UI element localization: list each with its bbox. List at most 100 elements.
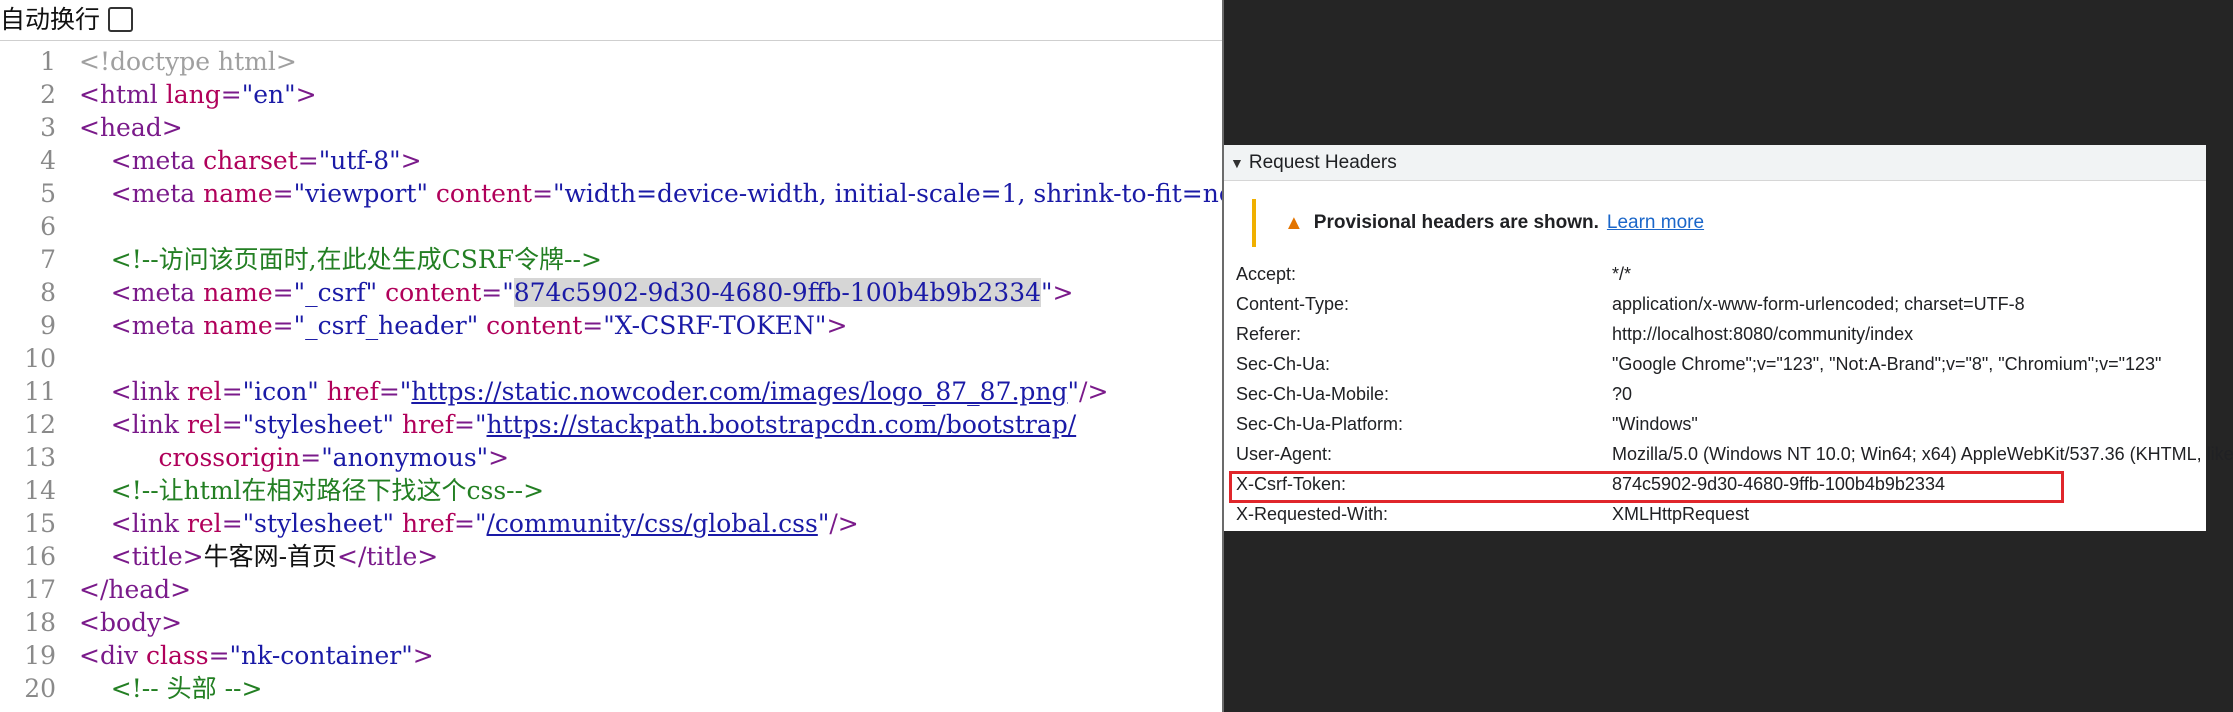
code-token: "_csrf" <box>293 278 378 307</box>
code-token: <meta <box>79 278 204 307</box>
line-content: </head> <box>79 573 191 606</box>
code-token: charset <box>203 146 298 175</box>
code-token: <!--让html在相对路径下找这个css--> <box>79 476 545 505</box>
code-token: " <box>817 509 830 538</box>
line-number: 11 <box>24 377 56 406</box>
code-token: class <box>146 641 209 670</box>
code-token: = <box>272 278 294 307</box>
code-token: <meta <box>79 146 204 175</box>
code-token: > <box>826 311 848 340</box>
code-token: rel <box>186 410 222 439</box>
header-value: ?0 <box>1612 384 1633 404</box>
code-token: = <box>454 509 475 538</box>
header-row: User-Agent: Mozilla/5.0 (Windows NT 10.0;… <box>1224 439 2233 469</box>
line-number: 6 <box>40 212 56 241</box>
code-token: > <box>295 80 317 109</box>
code-token: <title> <box>79 542 204 571</box>
code-token: = <box>454 410 475 439</box>
code-token: <head> <box>79 113 183 142</box>
line-number: 19 <box>24 641 56 670</box>
header-value: application/x-www-form-urlencoded; chars… <box>1612 294 2025 314</box>
code-token: content <box>427 179 533 208</box>
learn-more-link[interactable]: Learn more <box>1607 212 1704 234</box>
code-token: <body> <box>79 608 183 637</box>
code-token: <meta <box>79 179 204 208</box>
line-content: <div class="nk-container"> <box>79 639 434 672</box>
header-name: Referer: <box>1236 324 1302 344</box>
code-token: " <box>1041 278 1053 307</box>
request-headers-section-toggle[interactable]: ▼ Request Headers <box>1224 145 2206 181</box>
code-token: crossorigin <box>79 443 301 472</box>
line-content: crossorigin="anonymous"> <box>79 441 509 474</box>
code-token: = <box>297 146 319 175</box>
code-token: = <box>272 311 294 340</box>
code-token: > <box>400 146 422 175</box>
line-number: 7 <box>40 245 56 274</box>
code-link[interactable]: https://stackpath.bootstrapcdn.com/boots… <box>487 410 1077 439</box>
code-token: <!doctype html> <box>79 47 297 76</box>
line-content: <!--访问该页面时,在此处生成CSRF令牌--> <box>79 243 602 276</box>
header-name: Sec-Ch-Ua: <box>1236 354 1331 374</box>
code-token: = <box>481 278 503 307</box>
header-name: Accept: <box>1236 264 1297 284</box>
code-token: <link <box>79 410 187 439</box>
header-row: Sec-Ch-Ua-Mobile: ?0 <box>1224 379 2206 409</box>
line-number: 4 <box>40 146 56 175</box>
code-token: " <box>475 410 487 439</box>
line-content: <!doctype html> <box>79 45 297 78</box>
code-token: = <box>221 377 243 406</box>
code-token: <!--访问该页面时,在此处生成CSRF令牌--> <box>79 245 602 274</box>
line-content: <html lang="en"> <box>79 78 317 111</box>
line-number: 9 <box>40 311 56 340</box>
line-content: <meta name="_csrf" content="874c5902-9d3… <box>79 276 1073 309</box>
code-token: = <box>220 80 242 109</box>
header-value: http://localhost:8080/community/index <box>1612 324 1914 344</box>
line-number: 5 <box>40 179 56 208</box>
line-content: <body> <box>79 606 182 639</box>
code-token: href <box>394 410 455 439</box>
header-name: Sec-Ch-Ua-Platform: <box>1236 414 1404 434</box>
line-number: 17 <box>24 575 56 604</box>
line-number: 14 <box>24 476 56 505</box>
code-token: " <box>1067 377 1080 406</box>
code-token: name <box>203 278 273 307</box>
line-content: <meta name="viewport" content="width=dev… <box>79 177 1267 210</box>
code-token: 牛客网-首页 <box>203 542 338 571</box>
line-content: <link rel="icon" href="https://static.no… <box>79 375 1109 408</box>
line-wrap-checkbox[interactable] <box>108 6 134 32</box>
header-row: X-Requested-With: XMLHttpRequest <box>1224 499 2206 529</box>
code-link[interactable]: /community/css/global.css <box>487 509 818 538</box>
code-token: = <box>221 509 243 538</box>
code-token: name <box>203 311 273 340</box>
line-wrap-toggle[interactable]: 自动换行 <box>0 0 134 38</box>
code-token: <html <box>79 80 166 109</box>
code-token: /> <box>1079 377 1109 406</box>
code-token: </title> <box>337 542 439 571</box>
code-token: = <box>378 377 400 406</box>
code-token: rel <box>186 509 222 538</box>
code-token: "en" <box>241 80 296 109</box>
header-name: X-Requested-With: <box>1236 504 1389 524</box>
code-token: > <box>488 443 510 472</box>
code-token: name <box>203 179 273 208</box>
code-token: "icon" <box>242 377 319 406</box>
header-name: Content-Type: <box>1236 294 1350 314</box>
provisional-headers-notice: ▲ Provisional headers are shown. Learn m… <box>1252 199 1704 247</box>
code-token: = <box>272 179 294 208</box>
header-name: Sec-Ch-Ua-Mobile: <box>1236 384 1390 404</box>
line-number: 13 <box>24 443 56 472</box>
line-wrap-label: 自动换行 <box>0 4 101 34</box>
line-content: <link rel="stylesheet" href="https://sta… <box>79 408 1076 441</box>
header-value: "Google Chrome";v="123", "Not:A-Brand";v… <box>1612 354 2162 374</box>
code-link[interactable]: https://static.nowcoder.com/images/logo_… <box>411 377 1067 406</box>
code-token: "stylesheet" <box>242 509 394 538</box>
header-row: Accept: */* <box>1224 259 2206 289</box>
code-token: <link <box>79 377 187 406</box>
code-token: /> <box>829 509 859 538</box>
code-token: content <box>377 278 482 307</box>
code-token: = <box>532 179 554 208</box>
line-number: 8 <box>40 278 56 307</box>
line-content: <!--让html在相对路径下找这个css--> <box>79 474 544 507</box>
code-token: href <box>318 377 379 406</box>
line-number: 15 <box>24 509 56 538</box>
